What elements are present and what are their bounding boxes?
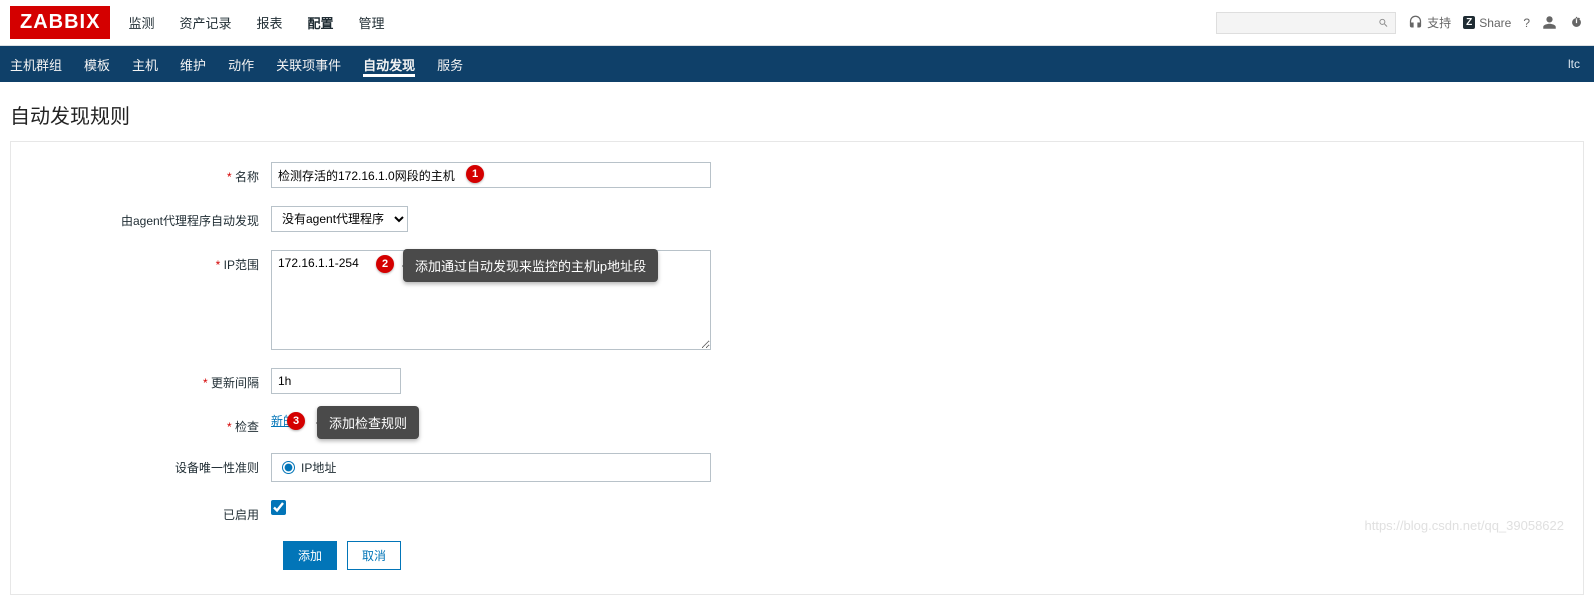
subnav-hosts[interactable]: 主机 [132,55,158,74]
search-input[interactable] [1223,16,1378,30]
label-uniqueness: 设备唯一性准则 [21,453,271,476]
label-name: 名称 [21,162,271,185]
topnav-config[interactable]: 配置 [308,13,334,32]
subnav-user: ltc [1568,57,1580,71]
callout-1: 1 [466,165,484,183]
subnav-services[interactable]: 服务 [437,55,463,74]
z-icon: Z [1463,16,1475,29]
name-input[interactable] [271,162,711,188]
watermark: https://blog.csdn.net/qq_39058622 [1365,518,1565,533]
search-icon [1378,16,1389,30]
help-link[interactable]: ? [1523,16,1530,30]
callout-2: 2 [376,255,394,273]
label-enabled: 已启用 [21,500,271,523]
subnav-maintenance[interactable]: 维护 [180,55,206,74]
subnav-templates[interactable]: 模板 [84,55,110,74]
subnav-hostgroups[interactable]: 主机群组 [10,55,62,74]
row-ip-range: IP范围 172.16.1.1-254 2 添加通过自动发现来监控的主机ip地址… [21,250,1573,350]
sub-nav: 主机群组 模板 主机 维护 动作 关联项事件 自动发现 服务 ltc [0,46,1594,82]
topnav-right: 支持 Z Share ? [1216,12,1584,34]
label-ip-range: IP范围 [21,250,271,273]
row-interval: 更新间隔 [21,368,1573,394]
proxy-select[interactable]: 没有agent代理程序 [271,206,408,232]
share-link[interactable]: Z Share [1463,16,1511,30]
topnav-admin[interactable]: 管理 [359,13,385,32]
row-name: 名称 1 [21,162,1573,188]
page-title: 自动发现规则 [0,82,1594,141]
enabled-checkbox[interactable] [271,500,286,515]
headset-icon [1408,15,1423,30]
user-menu[interactable] [1542,15,1557,30]
topnav-monitor[interactable]: 监测 [128,13,154,32]
form-buttons: 添加 取消 [283,541,1573,570]
row-checks: 检查 新的 3 添加检查规则 [21,412,1573,435]
logout-link[interactable] [1569,15,1584,30]
uniqueness-radio-ip-label: IP地址 [301,459,336,476]
callout-3: 3 [287,412,305,430]
share-label: Share [1479,16,1511,30]
row-proxy: 由agent代理程序自动发现 没有agent代理程序 [21,206,1573,232]
person-icon [1542,15,1557,30]
uniqueness-radio-ip[interactable] [282,461,295,474]
label-interval: 更新间隔 [21,368,271,391]
power-icon [1569,15,1584,30]
support-link[interactable]: 支持 [1408,14,1451,31]
tooltip-3: 添加检查规则 [317,406,419,439]
tooltip-2: 添加通过自动发现来监控的主机ip地址段 [403,249,658,282]
form-panel: 名称 1 由agent代理程序自动发现 没有agent代理程序 IP范围 172… [10,141,1584,595]
cancel-button[interactable]: 取消 [347,541,401,570]
row-enabled: 已启用 [21,500,1573,523]
subnav-actions[interactable]: 动作 [228,55,254,74]
label-proxy: 由agent代理程序自动发现 [21,206,271,229]
add-button[interactable]: 添加 [283,541,337,570]
global-search[interactable] [1216,12,1396,34]
uniqueness-radio-group: IP地址 [271,453,711,482]
label-checks: 检查 [21,412,271,435]
subnav-correlation[interactable]: 关联项事件 [276,55,341,74]
topnav-inventory[interactable]: 资产记录 [179,13,231,32]
topnav-reports[interactable]: 报表 [256,13,282,32]
subnav-discovery[interactable]: 自动发现 [363,52,415,77]
support-label: 支持 [1427,14,1451,31]
interval-input[interactable] [271,368,401,394]
row-uniqueness: 设备唯一性准则 IP地址 [21,453,1573,482]
top-nav: ZABBIX 监测 资产记录 报表 配置 管理 支持 Z Share ? [0,0,1594,46]
brand-logo: ZABBIX [10,6,110,39]
